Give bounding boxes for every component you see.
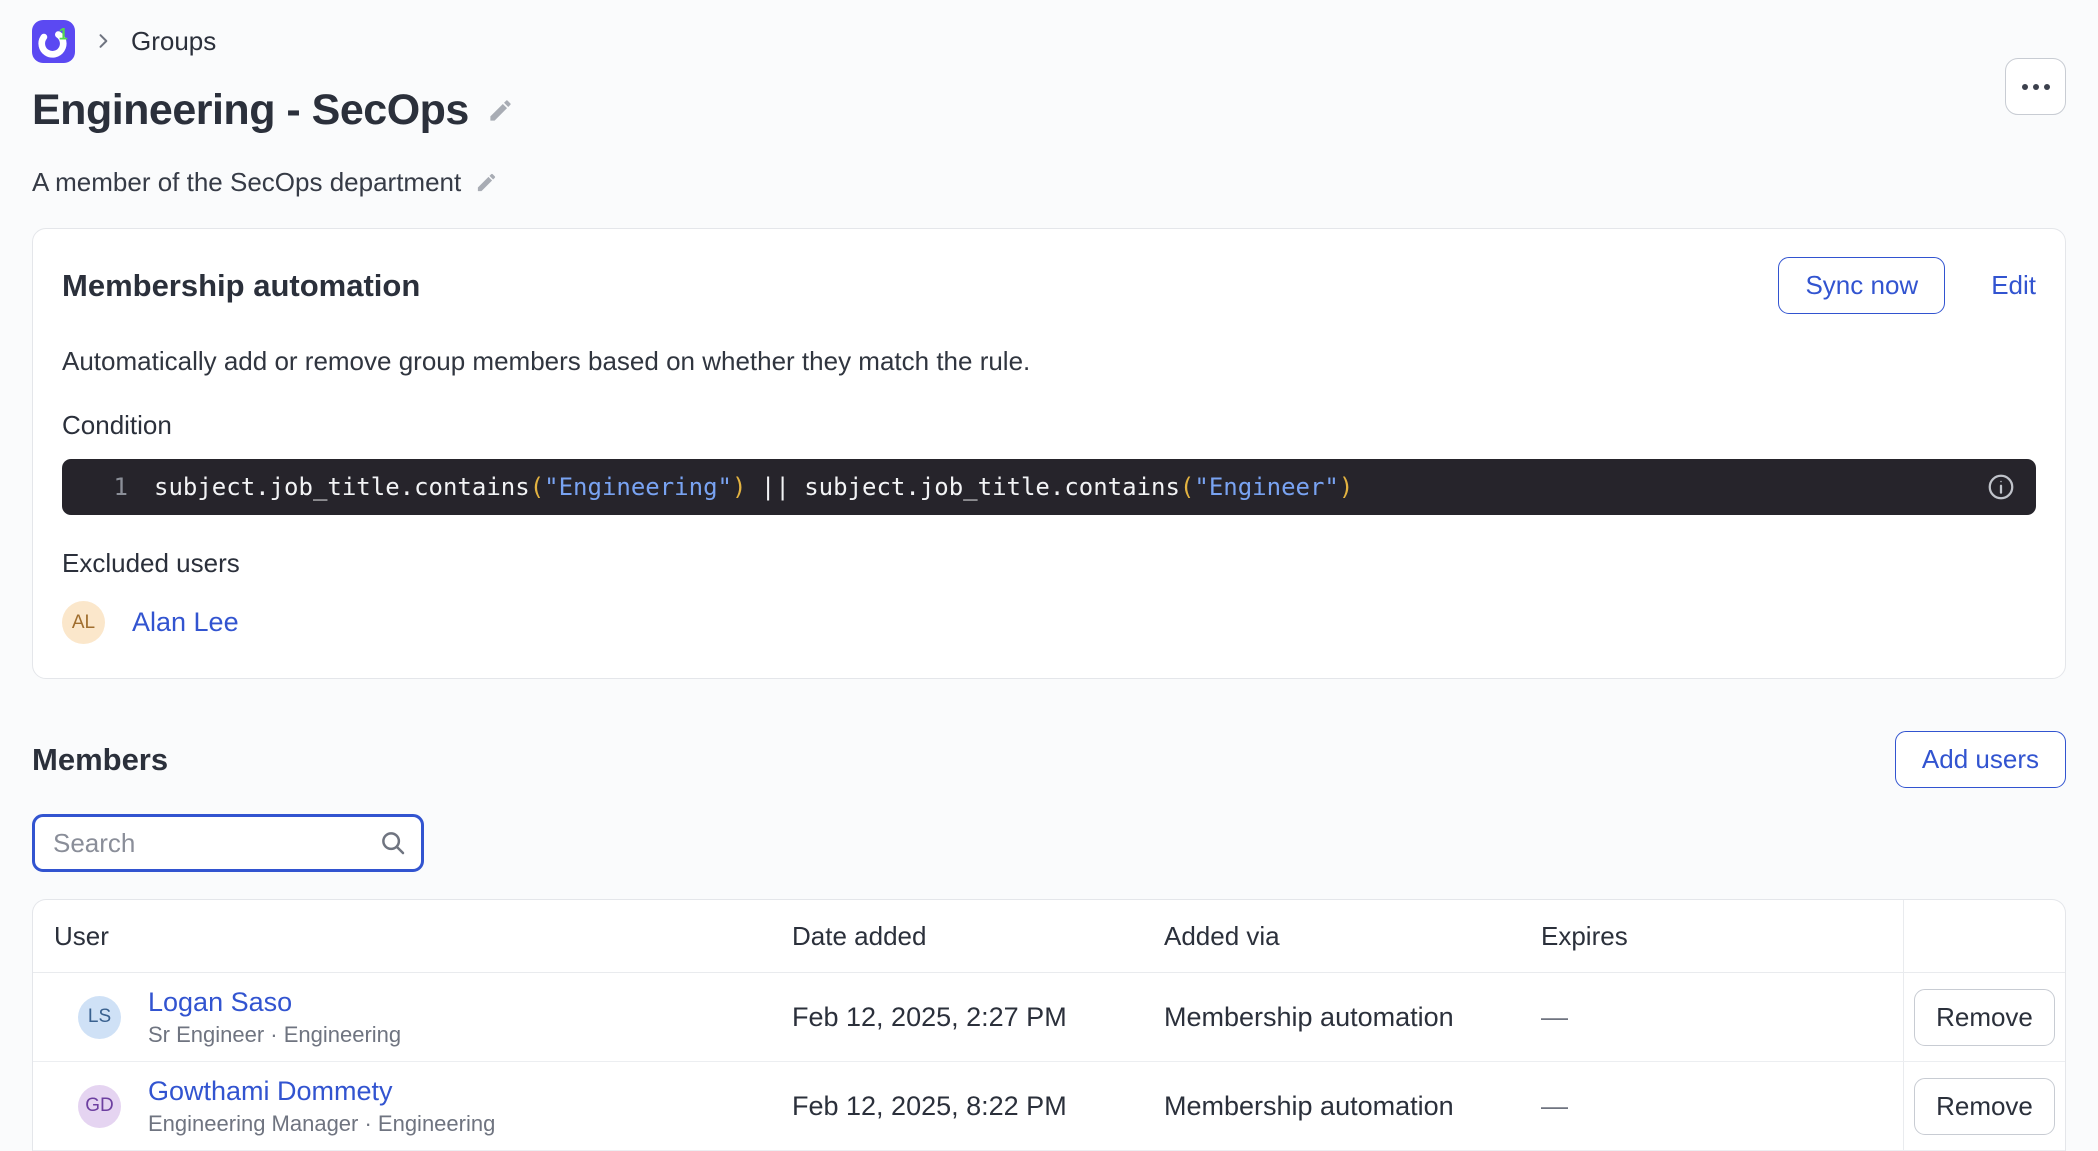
avatar: LS [78,996,121,1039]
remove-member-button[interactable]: Remove [1914,989,2055,1046]
members-header: Members Add users [32,731,2066,788]
excluded-user-row: AL Alan Lee [62,601,2036,644]
groups-detail-page: 1 Groups Engineering - SecOps A member o… [0,0,2098,1151]
member-name-link[interactable]: Logan Saso [148,987,401,1018]
excluded-user-link[interactable]: Alan Lee [132,607,239,638]
search-icon[interactable] [378,828,408,863]
date-added-cell: Feb 12, 2025, 2:27 PM [792,1002,1164,1033]
breadcrumb-item-groups[interactable]: Groups [131,26,216,57]
members-heading: Members [32,742,168,778]
column-header-expires: Expires [1541,921,1903,952]
members-search [32,814,424,872]
automation-description: Automatically add or remove group member… [62,346,2036,377]
column-header-actions [1903,900,2065,972]
expires-cell: — [1541,1091,1903,1122]
more-actions-button[interactable] [2005,58,2066,115]
column-header-user: User [33,921,792,952]
table-row: GD Gowthami Dommety Engineering Manager … [33,1062,2065,1151]
page-subtitle: A member of the SecOps department [32,167,461,198]
condition-label: Condition [62,410,2036,441]
subtitle-row: A member of the SecOps department [32,167,2066,198]
date-added-cell: Feb 12, 2025, 8:22 PM [792,1091,1164,1122]
title-row: Engineering - SecOps [32,86,2066,135]
condition-expression: subject.job_title.contains("Engineering"… [154,473,1353,501]
edit-automation-link[interactable]: Edit [1991,270,2036,301]
automation-card-title: Membership automation [62,268,420,304]
search-input[interactable] [32,814,424,872]
excluded-users-label: Excluded users [62,548,2036,579]
avatar: AL [62,601,105,644]
info-icon[interactable] [1986,472,2016,502]
member-name-link[interactable]: Gowthami Dommety [148,1076,495,1107]
table-header-row: User Date added Added via Expires [33,900,2065,973]
expires-cell: — [1541,1002,1903,1033]
membership-automation-card: Membership automation Sync now Edit Auto… [32,228,2066,679]
members-table: User Date added Added via Expires LS Log… [32,899,2066,1151]
edit-title-pencil-icon[interactable] [487,97,514,124]
sync-now-button[interactable]: Sync now [1778,257,1945,314]
page-title: Engineering - SecOps [32,86,469,135]
added-via-cell: Membership automation [1164,1002,1541,1033]
condition-code-block: 1 subject.job_title.contains("Engineerin… [62,459,2036,515]
table-row: LS Logan Saso Sr Engineer · Engineering … [33,973,2065,1062]
added-via-cell: Membership automation [1164,1091,1541,1122]
edit-subtitle-pencil-icon[interactable] [475,171,498,194]
chevron-right-icon [93,31,113,51]
conductorone-logo-icon[interactable]: 1 [32,20,75,63]
ellipsis-icon [2022,84,2028,90]
avatar: GD [78,1085,121,1128]
member-subtitle: Engineering Manager · Engineering [148,1111,495,1137]
column-header-added-via: Added via [1164,921,1541,952]
column-header-date-added: Date added [792,921,1164,952]
add-users-button[interactable]: Add users [1895,731,2066,788]
code-line-number: 1 [62,473,128,501]
svg-text:1: 1 [59,25,68,43]
breadcrumb: 1 Groups [32,18,2066,64]
member-subtitle: Sr Engineer · Engineering [148,1022,401,1048]
remove-member-button[interactable]: Remove [1914,1078,2055,1135]
